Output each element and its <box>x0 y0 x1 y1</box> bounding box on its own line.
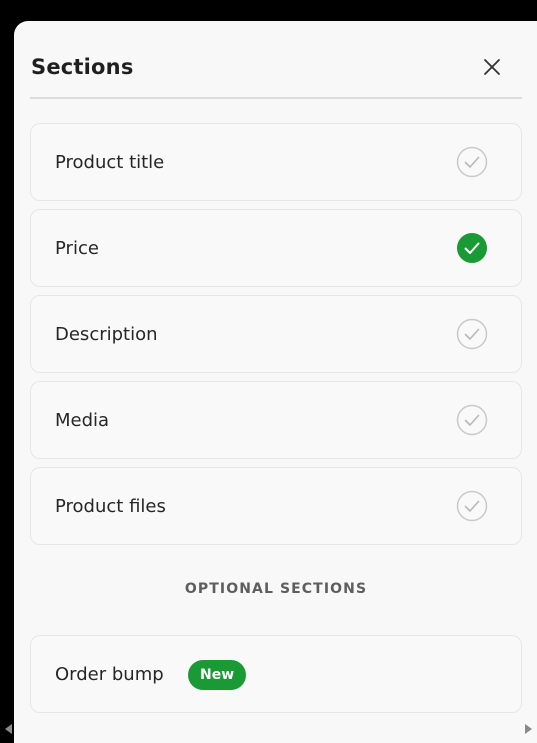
section-item-label: Media <box>55 410 110 431</box>
sections-panel: Sections Product title Price Description… <box>14 21 537 743</box>
close-icon[interactable] <box>482 57 502 77</box>
panel-header: Sections <box>30 21 522 99</box>
section-item-label: Product files <box>55 496 166 517</box>
new-badge: New <box>188 660 247 690</box>
check-circle-filled-icon <box>457 233 487 263</box>
section-item-label: Price <box>55 238 99 259</box>
section-item-product-files[interactable]: Product files <box>30 467 522 545</box>
panel-title: Sections <box>31 55 134 79</box>
scroll-left-arrow-icon[interactable] <box>3 723 15 735</box>
optional-sections-heading: OPTIONAL SECTIONS <box>184 581 368 597</box>
check-circle-icon <box>456 404 488 436</box>
check-circle-icon <box>456 146 488 178</box>
optional-item-label: Order bump <box>55 664 164 685</box>
scroll-right-arrow-icon[interactable] <box>522 723 534 735</box>
section-item-price[interactable]: Price <box>30 209 522 287</box>
check-circle-icon <box>456 318 488 350</box>
section-item-label: Description <box>55 324 158 345</box>
check-circle-icon <box>456 490 488 522</box>
section-item-media[interactable]: Media <box>30 381 522 459</box>
optional-item-order-bump[interactable]: Order bump New <box>30 635 522 713</box>
section-item-label: Product title <box>55 152 165 173</box>
section-item-product-title[interactable]: Product title <box>30 123 522 201</box>
section-item-description[interactable]: Description <box>30 295 522 373</box>
